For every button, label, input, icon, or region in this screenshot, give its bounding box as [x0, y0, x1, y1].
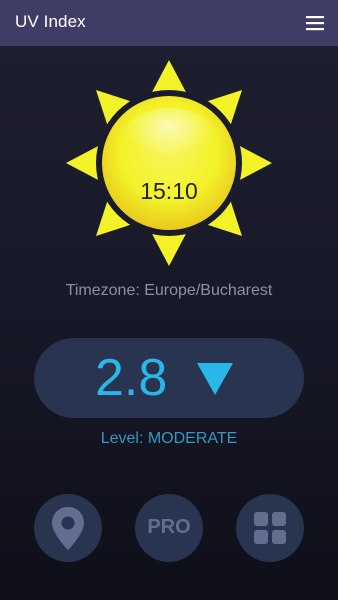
triangle-down-icon: [197, 363, 233, 395]
app-title: UV Index: [15, 12, 86, 31]
hamburger-menu-icon: [306, 16, 324, 31]
clock-time: 15:10: [140, 178, 198, 204]
uv-level-label: Level: MODERATE: [100, 430, 238, 447]
timezone-label: Timezone: Europe/Bucharest: [65, 282, 273, 299]
uv-index-panel: 2.8: [34, 338, 304, 418]
uv-index-value: 2.8: [95, 349, 168, 407]
screen: UV Index 15:10 Timezone: Europe/Buchares…: [0, 0, 338, 600]
pro-button[interactable]: PRO: [135, 494, 203, 562]
grid-icon: [254, 512, 286, 544]
apps-button[interactable]: [236, 494, 304, 562]
sun-clock: 15:10: [64, 58, 274, 268]
sun-icon: [66, 60, 272, 266]
pro-label: PRO: [147, 516, 191, 538]
map-pin-icon: [52, 507, 84, 550]
location-button[interactable]: [34, 494, 102, 562]
app-bar: UV Index: [0, 0, 338, 46]
menu-button[interactable]: [300, 8, 330, 38]
